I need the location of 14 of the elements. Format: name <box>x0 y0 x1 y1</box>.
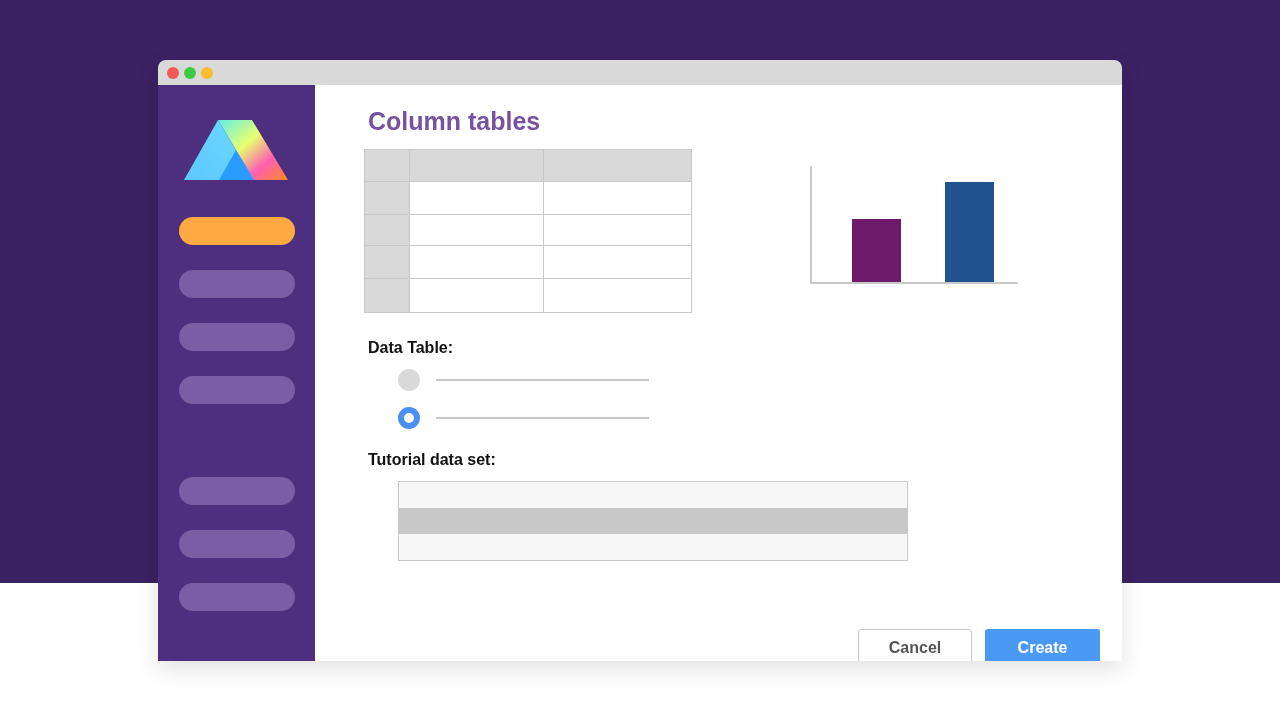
list-row[interactable] <box>399 508 907 534</box>
list-row[interactable] <box>399 482 907 508</box>
logo-icon <box>183 120 290 182</box>
radio-button[interactable] <box>398 369 420 391</box>
section-label: Tutorial data set: <box>368 450 497 470</box>
close-button[interactable] <box>167 66 179 79</box>
radio-button[interactable] <box>398 407 420 429</box>
sidebar-item[interactable] <box>178 217 295 245</box>
section-label: Data Table: <box>368 338 455 358</box>
list-row[interactable] <box>399 534 907 560</box>
dialog-title: Column tables <box>368 106 542 137</box>
minimize-button[interactable] <box>201 66 213 79</box>
maximize-button[interactable] <box>184 66 196 79</box>
cancel-button[interactable]: Cancel <box>858 629 972 661</box>
